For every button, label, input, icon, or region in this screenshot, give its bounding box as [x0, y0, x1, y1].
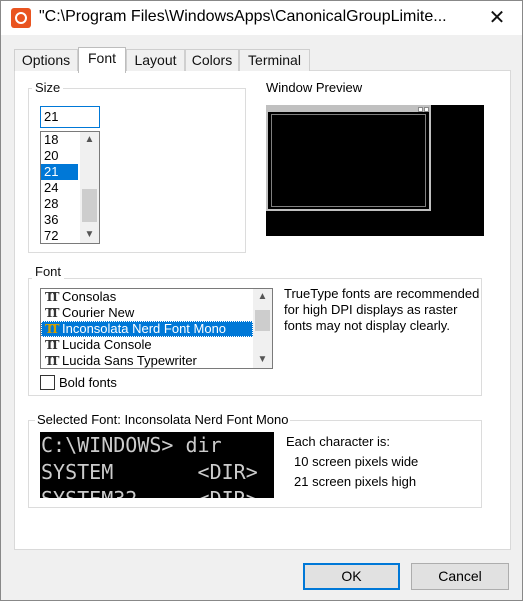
char-width-text: 10 screen pixels wide — [294, 454, 419, 469]
scroll-up-icon[interactable]: ▲ — [253, 289, 272, 305]
font-option[interactable]: TT Courier New — [41, 305, 253, 321]
sample-line: C:\WINDOWS> dir — [41, 433, 222, 457]
title-bar[interactable]: "C:\Program Files\WindowsApps\CanonicalG… — [1, 1, 522, 35]
char-height-text: 21 screen pixels high — [294, 474, 417, 489]
size-option-selected[interactable]: 21 — [41, 164, 78, 180]
scroll-down-icon[interactable]: ▼ — [253, 352, 272, 368]
window-preview-label: Window Preview — [266, 80, 363, 95]
ubuntu-icon — [11, 8, 31, 28]
sample-line: SYSTEM32 <DIR> — [41, 486, 274, 498]
size-option[interactable]: 24 — [41, 180, 78, 196]
font-sample: C:\WINDOWS> dir SYSTEM <DIR> SYSTEM32 <DIR… — [40, 432, 274, 498]
font-option[interactable]: TT Lucida Sans Typewriter — [41, 353, 253, 368]
font-option-label: Lucida Sans Typewriter — [62, 353, 197, 368]
bold-fonts-checkbox[interactable] — [40, 375, 55, 390]
truetype-icon: TT — [45, 354, 60, 368]
size-listbox[interactable]: 18 20 21 24 28 36 72 ▲ ▼ — [40, 131, 100, 244]
font-scroll-thumb[interactable] — [255, 310, 270, 331]
scroll-down-icon[interactable]: ▼ — [80, 227, 99, 243]
properties-dialog: "C:\Program Files\WindowsApps\CanonicalG… — [0, 0, 523, 601]
truetype-note: TrueType fonts are recommended for high … — [284, 286, 480, 333]
scroll-up-icon[interactable]: ▲ — [80, 132, 99, 148]
font-option[interactable]: TT Lucida Console — [41, 337, 253, 353]
font-option[interactable]: TT Consolas — [41, 289, 253, 305]
selected-font-label: Selected Font: Inconsolata Nerd Font Mon… — [35, 412, 291, 427]
close-button[interactable]: ✕ — [479, 3, 515, 33]
truetype-icon: TT — [45, 322, 60, 336]
char-info-title: Each character is: — [286, 434, 391, 449]
cancel-button[interactable]: Cancel — [411, 563, 509, 590]
truetype-icon: TT — [45, 338, 60, 352]
tab-font[interactable]: Font — [78, 47, 126, 73]
preview-minimize-icon — [418, 107, 423, 112]
sample-line: SYSTEM <DIR> — [41, 460, 258, 484]
bold-fonts-label[interactable]: Bold fonts — [59, 375, 117, 390]
preview-window-titlebar — [268, 107, 429, 112]
preview-window-client — [271, 114, 426, 207]
size-scrollbar[interactable]: ▲ ▼ — [80, 132, 99, 243]
tab-layout[interactable]: Layout — [126, 49, 185, 71]
font-option-label: Consolas — [62, 289, 117, 304]
tab-options[interactable]: Options — [14, 49, 78, 71]
size-option[interactable]: 18 — [41, 132, 78, 148]
window-title: "C:\Program Files\WindowsApps\CanonicalG… — [39, 8, 447, 25]
preview-window-frame — [266, 105, 431, 211]
size-input[interactable]: 21 — [40, 106, 100, 128]
tab-colors[interactable]: Colors — [185, 49, 239, 71]
window-preview — [266, 105, 484, 236]
ok-button[interactable]: OK — [303, 563, 400, 590]
truetype-icon: TT — [45, 306, 60, 320]
size-option[interactable]: 72 — [41, 228, 78, 243]
font-option-label: Courier New — [62, 305, 135, 320]
size-group-label: Size — [32, 80, 64, 95]
font-option-selected[interactable]: TT Inconsolata Nerd Font Mono — [41, 321, 253, 337]
character-size-info: Each character is: 10 screen pixels wide… — [286, 432, 418, 492]
size-scroll-thumb[interactable] — [82, 189, 97, 222]
size-option[interactable]: 20 — [41, 148, 78, 164]
size-option[interactable]: 36 — [41, 212, 78, 228]
tab-terminal[interactable]: Terminal — [239, 49, 310, 71]
preview-close-icon — [424, 107, 429, 112]
size-option[interactable]: 28 — [41, 196, 78, 212]
font-group-label: Font — [32, 264, 65, 279]
font-scrollbar[interactable]: ▲ ▼ — [253, 289, 272, 368]
font-option-label: Inconsolata Nerd Font Mono — [62, 321, 227, 336]
font-option-label: Lucida Console — [62, 337, 152, 352]
truetype-icon: TT — [45, 290, 60, 304]
font-listbox[interactable]: TT Consolas TT Courier New TT Inconsolata N… — [40, 288, 273, 369]
